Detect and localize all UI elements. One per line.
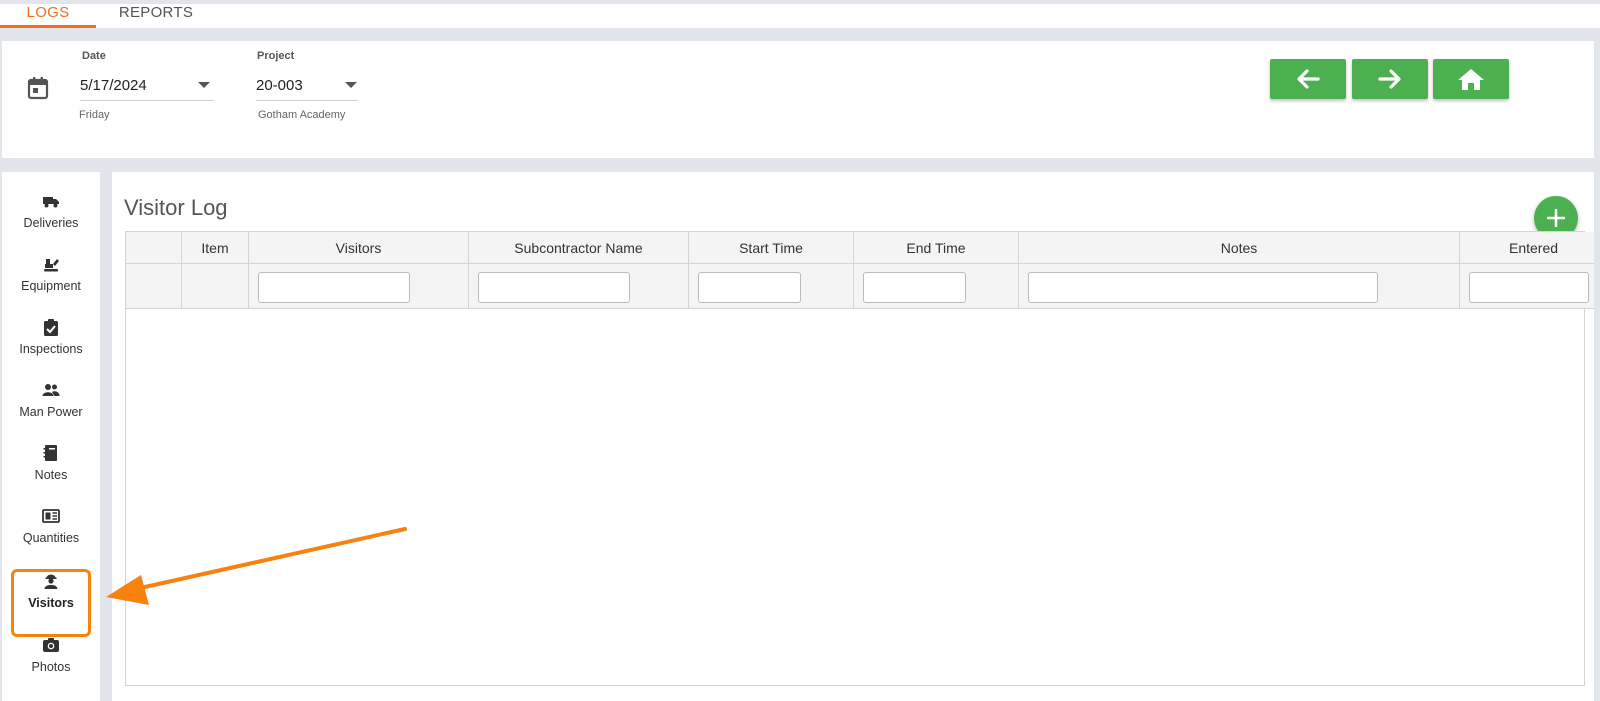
- annotation-arrow: [106, 527, 407, 605]
